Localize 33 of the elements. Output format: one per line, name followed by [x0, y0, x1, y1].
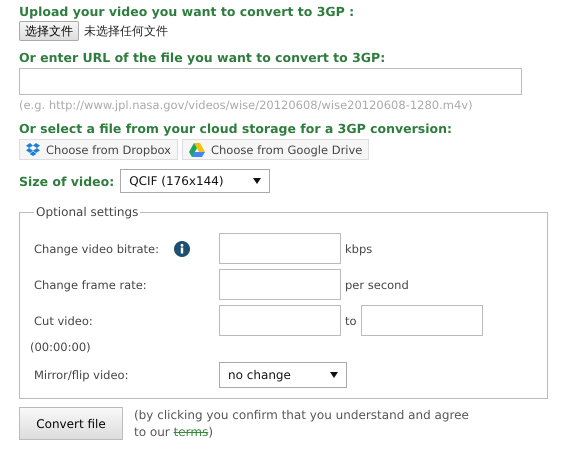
setting-label: Cut video:	[34, 314, 94, 328]
file-status: 未选择任何文件	[84, 22, 168, 40]
convert-button[interactable]: Convert file	[19, 407, 123, 440]
setting-field[interactable]	[219, 269, 341, 300]
caret-icon	[253, 178, 262, 184]
size-label: Size of video:	[19, 174, 114, 188]
size-select[interactable]: QCIF (176x144)	[120, 169, 270, 193]
choose-file-button[interactable]: 选择文件	[19, 21, 79, 41]
unit-label: kbps	[345, 242, 372, 256]
mirror-select[interactable]: no change	[219, 362, 347, 388]
time-format-note: (00:00:00)	[30, 340, 92, 354]
terms-link[interactable]: terms	[174, 425, 208, 439]
url-heading: Or enter URL of the file you want to convert to 3GP:	[19, 50, 386, 65]
cut-start-field[interactable]	[219, 305, 341, 336]
cloud-heading: Or select a file from your cloud storage for a 3GP conversion:	[19, 121, 452, 136]
info-icon[interactable]	[174, 240, 190, 256]
caret-icon	[330, 372, 338, 378]
dropbox-logo	[26, 143, 40, 156]
optional-settings-legend: Optional settings	[34, 205, 140, 219]
upload-heading: Upload your video you want to convert to 3GP :	[19, 4, 354, 19]
to-label: to	[345, 314, 357, 328]
google-drive-logo	[188, 142, 205, 156]
url-hint: (e.g. http://www.jpl.nasa.gov/videos/wise/20120608/wise20120608-1280.m4v)	[19, 98, 474, 112]
setting-field[interactable]	[219, 233, 341, 264]
terms-text: (by clicking you confirm that you understand and agree to our terms)	[134, 407, 470, 441]
google-drive-button[interactable]: Choose from Google Drive	[182, 139, 370, 160]
cut-end-field[interactable]	[360, 305, 483, 336]
unit-label: per second	[345, 278, 409, 292]
setting-label: Change video bitrate:	[34, 242, 160, 256]
url-field[interactable]	[19, 68, 522, 95]
setting-label: Change frame rate:	[34, 278, 148, 292]
setting-label: Mirror/flip video:	[34, 368, 130, 382]
dropbox-button[interactable]: Choose from Dropbox	[19, 139, 178, 160]
